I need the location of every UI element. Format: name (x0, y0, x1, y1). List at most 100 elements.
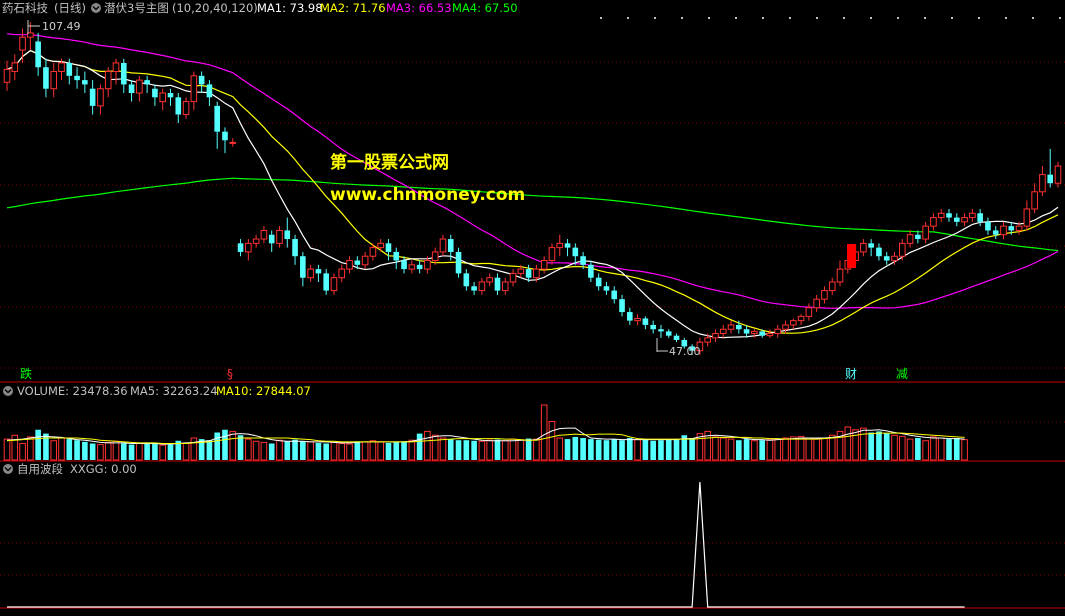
stock-chart-window[interactable]: 107.49 47.00 第一股票公式网 www.chnmoney.com 跌 … (0, 0, 1065, 612)
candlestick[interactable] (222, 127, 228, 154)
candlestick[interactable] (152, 84, 158, 106)
candlestick[interactable] (128, 80, 135, 102)
candlestick[interactable] (992, 226, 999, 240)
candlestick-series[interactable] (3, 22, 1062, 355)
candlestick[interactable] (439, 234, 447, 257)
candlestick[interactable] (229, 138, 237, 147)
candlestick[interactable] (611, 286, 618, 304)
candlestick[interactable] (385, 239, 392, 261)
candlestick[interactable] (198, 71, 205, 94)
candlestick[interactable] (1054, 161, 1062, 188)
candlestick[interactable] (11, 54, 19, 81)
candlestick[interactable] (797, 314, 805, 325)
candlestick[interactable] (509, 269, 517, 287)
candlestick[interactable] (665, 329, 672, 338)
candlestick[interactable] (471, 281, 477, 295)
candlestick[interactable] (416, 260, 423, 274)
wave-settings-icon[interactable] (3, 464, 13, 474)
candlestick[interactable] (650, 320, 656, 334)
candlestick[interactable] (673, 333, 680, 343)
candlestick[interactable] (727, 320, 735, 334)
candlestick[interactable] (501, 277, 509, 295)
candlestick[interactable] (619, 294, 625, 317)
candlestick[interactable] (120, 58, 127, 94)
candlestick[interactable] (330, 273, 338, 295)
candlestick[interactable] (35, 32, 41, 76)
candlestick[interactable] (276, 226, 283, 248)
candlestick[interactable] (1023, 200, 1031, 231)
candlestick[interactable] (292, 234, 298, 265)
candlestick[interactable] (634, 314, 641, 325)
candlestick[interactable] (268, 230, 275, 252)
candlestick[interactable] (393, 247, 400, 270)
candlestick[interactable] (245, 239, 252, 261)
candlestick[interactable] (182, 97, 190, 119)
candlestick[interactable] (74, 67, 80, 89)
candlestick[interactable] (548, 243, 556, 265)
candlestick[interactable] (50, 62, 58, 98)
candlestick[interactable] (323, 269, 329, 295)
candlestick[interactable] (159, 88, 167, 111)
candlestick[interactable] (300, 251, 306, 287)
candlestick[interactable] (89, 80, 96, 115)
candlestick[interactable] (315, 264, 322, 282)
candlestick[interactable] (813, 294, 820, 313)
candlestick[interactable] (252, 234, 260, 248)
candlestick[interactable] (805, 303, 813, 321)
candlestick[interactable] (930, 213, 937, 231)
candlestick[interactable] (284, 217, 291, 248)
candlestick[interactable] (237, 239, 244, 257)
candlestick[interactable] (766, 329, 774, 338)
candlestick[interactable] (774, 324, 782, 338)
candlestick[interactable] (719, 324, 727, 338)
candlestick[interactable] (977, 208, 983, 227)
candlestick[interactable] (860, 239, 867, 257)
candlestick[interactable] (1047, 148, 1054, 188)
candlestick[interactable] (1000, 221, 1007, 240)
candlestick[interactable] (307, 264, 314, 282)
candlestick[interactable] (595, 273, 602, 291)
candlestick[interactable] (828, 277, 836, 295)
indicator-name[interactable]: 潜伏3号主图 (104, 1, 169, 15)
indicator-settings-icon[interactable] (91, 3, 101, 13)
candlestick[interactable] (564, 239, 571, 257)
candlestick[interactable] (658, 324, 664, 338)
candlestick[interactable] (588, 260, 594, 282)
candlestick[interactable] (953, 213, 960, 227)
candlestick[interactable] (136, 75, 143, 102)
candlestick[interactable] (97, 84, 104, 115)
candlestick[interactable] (190, 71, 198, 111)
candlestick[interactable] (19, 28, 26, 63)
candlestick[interactable] (556, 234, 564, 257)
candlestick[interactable] (868, 239, 874, 257)
candlestick[interactable] (540, 256, 548, 274)
candlestick[interactable] (112, 58, 120, 85)
candlestick[interactable] (260, 226, 268, 244)
volume-settings-icon[interactable] (3, 386, 13, 396)
candlestick[interactable] (603, 281, 610, 295)
candlestick[interactable] (898, 239, 906, 261)
candlestick[interactable] (883, 251, 890, 265)
candlestick[interactable] (946, 208, 952, 222)
candlestick[interactable] (43, 58, 49, 98)
candlestick[interactable] (338, 264, 346, 282)
candlestick[interactable] (82, 71, 88, 94)
candlestick[interactable] (361, 251, 369, 270)
candlestick[interactable] (401, 256, 407, 274)
candlestick[interactable] (455, 247, 462, 278)
candlestick[interactable] (937, 208, 945, 222)
candlestick[interactable] (478, 277, 486, 295)
candlestick[interactable] (836, 260, 844, 287)
candlestick[interactable] (961, 213, 968, 227)
candlestick[interactable] (494, 273, 501, 295)
candlestick[interactable] (782, 320, 789, 334)
candlestick[interactable] (377, 239, 384, 252)
candlestick[interactable] (463, 269, 470, 291)
candlestick[interactable] (3, 60, 11, 91)
candlestick[interactable] (712, 329, 719, 343)
candlestick[interactable] (486, 273, 493, 287)
candlestick[interactable] (790, 318, 797, 330)
candlestick[interactable] (906, 230, 914, 248)
candlestick[interactable] (214, 101, 221, 149)
candlestick[interactable] (104, 67, 112, 98)
